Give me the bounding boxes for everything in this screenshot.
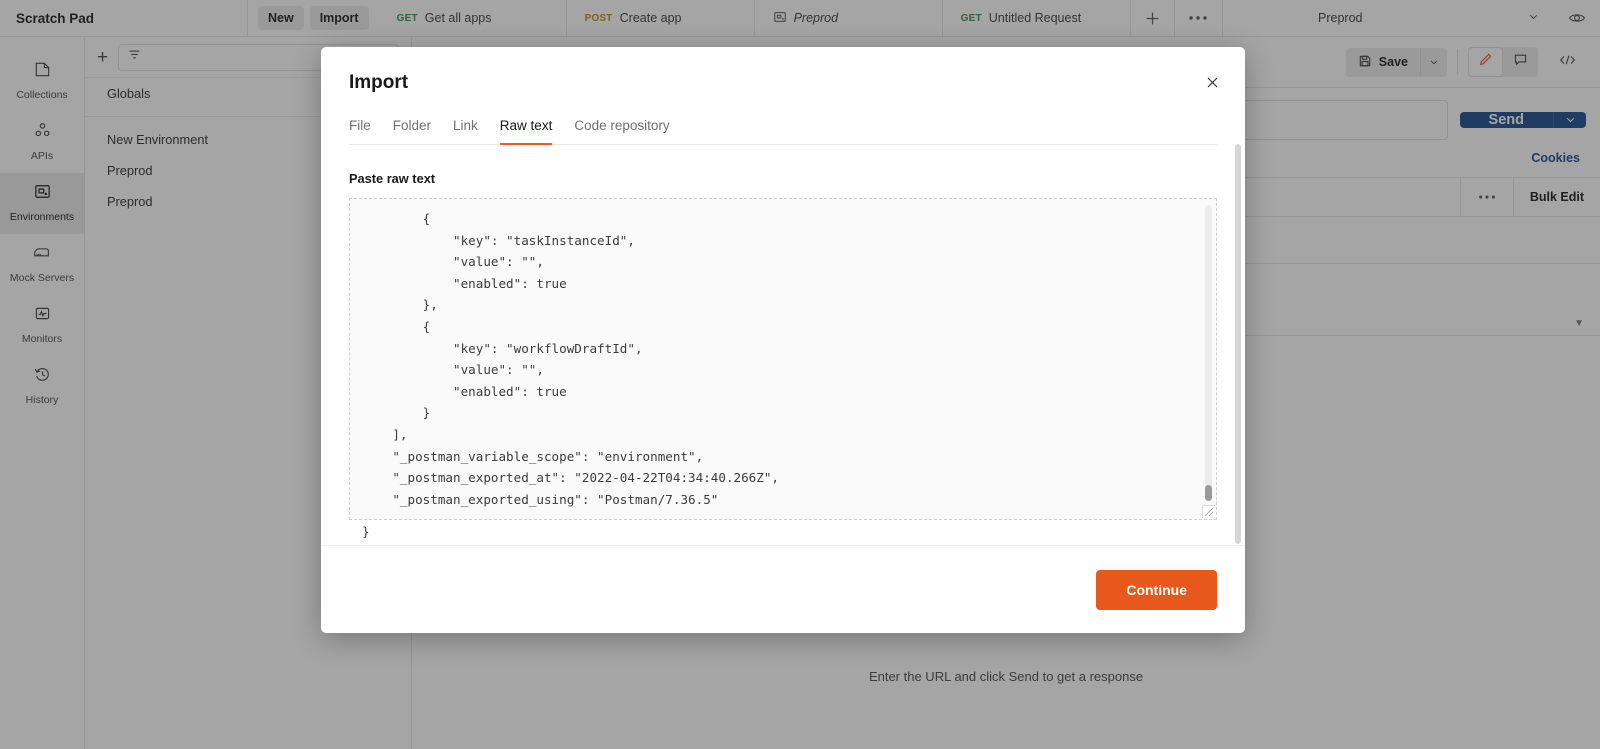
raw-text-textarea[interactable]: { "key": "taskInstanceId", "value": "", … (349, 198, 1217, 539)
import-modal-body: Import File Folder Link Raw text Code re… (321, 47, 1245, 539)
close-icon[interactable] (1201, 71, 1223, 93)
postman-app-window: Scratch Pad New Import GET Get all apps … (0, 0, 1600, 749)
textarea-resize-handle[interactable] (1202, 505, 1215, 518)
import-source-tabs: File Folder Link Raw text Code repositor… (349, 118, 1217, 145)
tab-folder[interactable]: Folder (393, 118, 431, 145)
paste-raw-text-label: Paste raw text (349, 171, 436, 186)
textarea-scrollbar-thumb[interactable] (1205, 485, 1212, 501)
tab-code-repository[interactable]: Code repository (574, 118, 669, 145)
raw-text-overflow-line: } (362, 524, 370, 539)
tab-file[interactable]: File (349, 118, 371, 145)
continue-button[interactable]: Continue (1096, 569, 1217, 610)
import-modal: Import File Folder Link Raw text Code re… (321, 47, 1245, 633)
import-modal-footer: Continue (321, 545, 1245, 633)
textarea-scrollbar[interactable] (1205, 205, 1212, 501)
modal-scrollbar[interactable] (1235, 144, 1241, 544)
raw-text-value: { "key": "taskInstanceId", "value": "", … (392, 211, 780, 507)
modal-title: Import (349, 72, 409, 93)
tab-link[interactable]: Link (453, 118, 478, 145)
tab-raw-text[interactable]: Raw text (499, 118, 553, 145)
